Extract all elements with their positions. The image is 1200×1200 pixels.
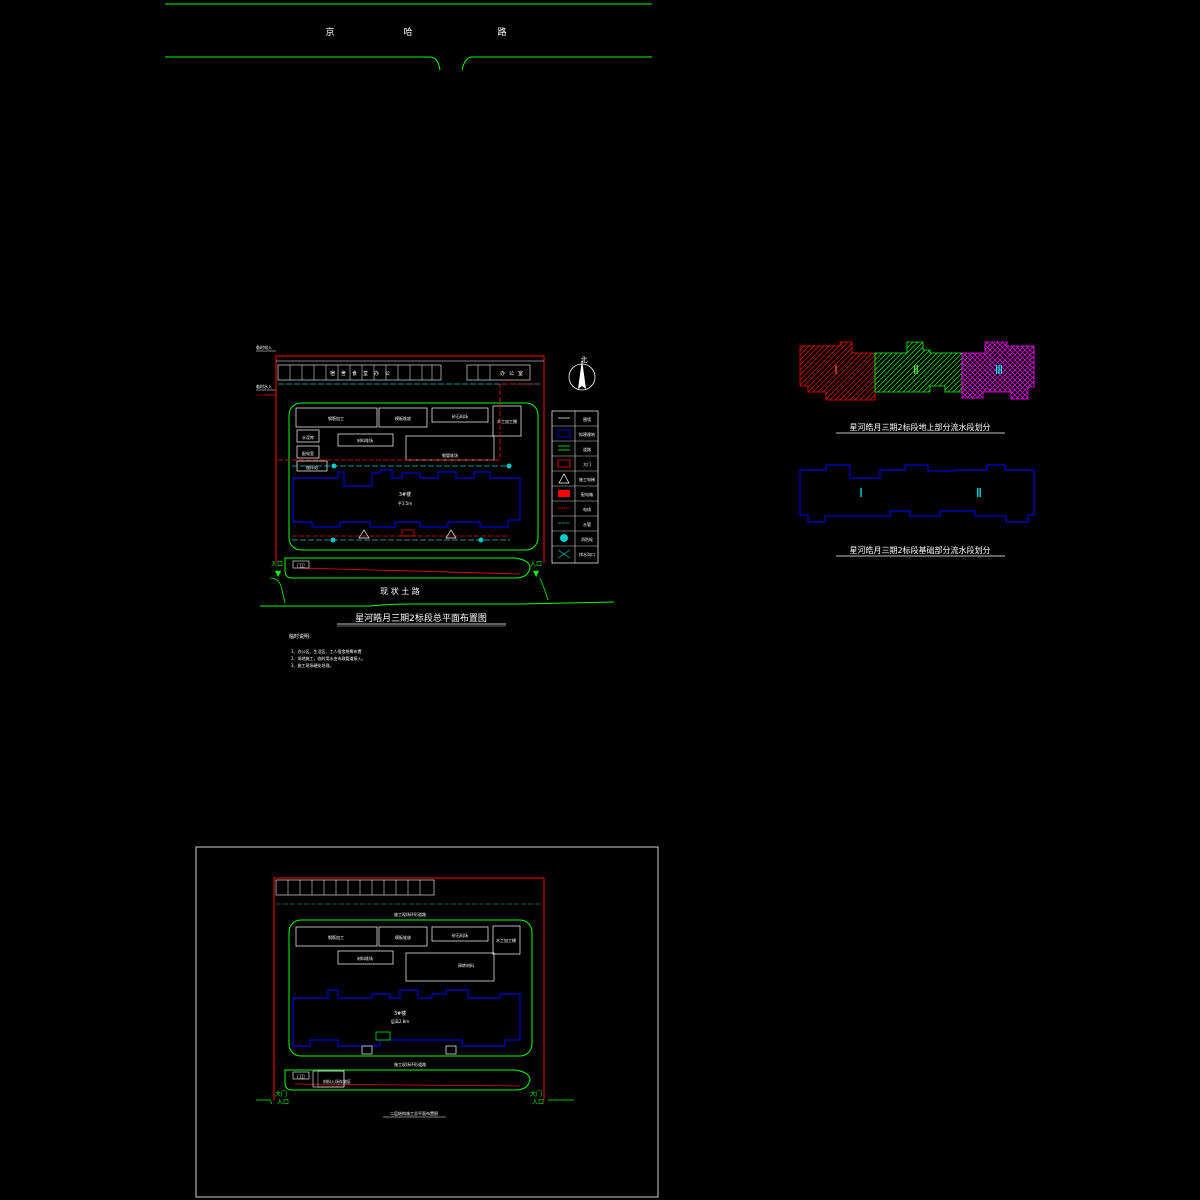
building-name: 3#楼 — [399, 491, 411, 498]
distribution-box-icon — [401, 529, 415, 537]
found-section-1: Ⅰ — [859, 486, 863, 500]
ground-section-1: Ⅰ — [834, 363, 838, 377]
shed-material: 材料堆场 — [357, 437, 373, 443]
second-shed-1: 钢筋加工 — [328, 934, 344, 940]
road-char-1: 京 — [325, 26, 334, 38]
second-site-plan: 施工现场环形道路 钢筋加工 模板堆放 砂石料场 木工加工棚 材料堆场 周转材料 … — [195, 846, 659, 1198]
office-label-3: 室 — [518, 370, 523, 377]
legend-item-1: 拟建建筑 — [579, 431, 595, 437]
ground-section-3: Ⅲ — [995, 363, 1003, 377]
second-shed-6: 周转材料 — [458, 962, 474, 968]
second-shed-3: 砂石料场 — [452, 932, 468, 938]
dorm-label-2: 舍 — [341, 370, 346, 377]
top-road: 京 哈 路 — [165, 3, 652, 71]
cad-drawing-canvas: 京 哈 路 临时电入 临时水入 宿 舍 食 堂 办 公 办 公 室 钢筋加工 模… — [165, 3, 1035, 1198]
edge-label-water: 临时水入 — [256, 383, 272, 389]
office-label-1: 办 — [500, 370, 505, 377]
note-2: 2、场地施工，临时用水由市政管道接入。 — [291, 655, 366, 661]
second-shed-5: 材料堆场 — [357, 955, 373, 961]
legend-item-2: 道路 — [583, 446, 591, 452]
dormitory-row: 宿 舍 食 堂 办 公 办 公 室 — [277, 364, 531, 381]
hydrant-icon — [478, 537, 484, 543]
entrance-left-arrow-icon: ▼ — [275, 569, 282, 578]
dorm-label-3: 食 — [352, 370, 357, 377]
entrance-left: 入口 — [271, 561, 283, 568]
elevator-icon — [445, 529, 457, 539]
hydrant-icon — [506, 463, 512, 469]
second-entrance-right-2: 入口 — [532, 1099, 544, 1106]
ground-section-2: Ⅱ — [913, 363, 919, 377]
found-section-2: Ⅱ — [976, 486, 982, 500]
shed-formwork: 模板堆放 — [395, 415, 411, 421]
entrance-right: 入口 — [530, 561, 542, 568]
legend-item-3: 大门 — [583, 461, 591, 467]
shed-sand: 砂石料场 — [452, 413, 468, 419]
hydrant-icon — [330, 537, 336, 543]
second-top-road-label: 施工现场环形道路 — [394, 911, 426, 917]
ground-plan-title: 星河皓月三期2标段地上部分流水段划分 — [849, 422, 990, 432]
building-height: 平1.5m — [398, 501, 412, 506]
hydrant-icon — [445, 1045, 457, 1055]
main-site-plan: 临时电入 临时水入 宿 舍 食 堂 办 公 办 公 室 钢筋加工 模板堆放 砂石… — [256, 344, 615, 668]
small-mixer: 搅拌站 — [306, 464, 318, 470]
second-entrance-left-2: 入口 — [277, 1099, 289, 1106]
second-shed-2: 模板堆放 — [395, 934, 411, 940]
building-3: 3#楼 平1.5m — [292, 469, 521, 528]
small-cement: 水泥库 — [302, 434, 314, 440]
legend: 围墙 拟建建筑 道路 大门 施工电梯 配电箱 电线 水管 消防栓 排水沟口 — [551, 410, 599, 564]
notes-title: 临时说明： — [289, 633, 314, 640]
office-label-2: 公 — [509, 371, 514, 377]
second-bottom-box-label: 材料入场存放区 — [323, 1078, 351, 1084]
dorm-label-4: 堂 — [363, 370, 368, 377]
hydrant-icon — [361, 1045, 373, 1055]
note-3: 3、施工现场硬化处理。 — [291, 662, 334, 668]
legend-item-5: 配电箱 — [581, 491, 593, 497]
main-plan-title: 星河皓月三期2标段总平面布置图 — [355, 612, 487, 624]
dorm-label-5: 办 — [374, 370, 379, 377]
second-plan-title: 二层结构施工总平面布置图 — [390, 1110, 438, 1116]
ground-section-plan: Ⅰ Ⅱ Ⅲ 星河皓月三期2标段地上部分流水段划分 — [799, 341, 1035, 434]
second-bottom-road-label: 施工现场环形道路 — [394, 1061, 426, 1067]
entrance-right-arrow-icon: ▼ — [533, 569, 540, 578]
small-power-room: 配电室 — [302, 450, 314, 456]
road-char-2: 哈 — [403, 26, 412, 38]
second-entrance-left-1: 大门 — [275, 1090, 287, 1098]
second-gate-label: 门卫 — [297, 1073, 305, 1079]
legend-item-9: 排水沟口 — [579, 551, 595, 557]
elevator-icon — [358, 529, 370, 539]
dorm-label-6: 公 — [385, 371, 390, 377]
dorm-label-1: 宿 — [330, 370, 335, 377]
second-building-name: 3#楼 — [394, 1010, 406, 1017]
gate-label: 门卫 — [297, 562, 305, 568]
hydrant-icon — [331, 463, 337, 469]
north-arrow-icon: 北 — [568, 356, 596, 391]
road-char-3: 路 — [497, 26, 506, 38]
found-plan-title: 星河皓月三期2标段基础部分流水段划分 — [849, 545, 990, 555]
shed-group: 钢筋加工 模板堆放 砂石料场 木工加工棚 材料堆场 钢管堆场 水泥库 配电室 搅… — [295, 405, 522, 472]
legend-item-8: 消防栓 — [581, 536, 593, 542]
legend-item-4: 施工电梯 — [579, 476, 595, 482]
shed-rebar: 钢筋加工 — [328, 415, 344, 421]
north-label: 北 — [581, 356, 588, 364]
second-building-height: 层高2.8m — [391, 1018, 409, 1024]
edge-label-power: 临时电入 — [256, 344, 272, 350]
second-shed-4: 木工加工棚 — [496, 937, 516, 943]
legend-item-6: 电线 — [583, 506, 591, 512]
legend-item-7: 水管 — [583, 521, 591, 527]
second-entrance-right-1: 大门 — [530, 1090, 542, 1098]
note-1: 1、办公区、生活区、工人宿舍统筹布置 — [291, 648, 362, 654]
legend-item-0: 围墙 — [583, 416, 591, 422]
foundation-section-plan: Ⅰ Ⅱ 星河皓月三期2标段基础部分流水段划分 — [799, 464, 1035, 557]
shed-steel-pipe: 钢管堆场 — [442, 452, 458, 458]
road-label: 现 状 土 路 — [380, 586, 420, 596]
